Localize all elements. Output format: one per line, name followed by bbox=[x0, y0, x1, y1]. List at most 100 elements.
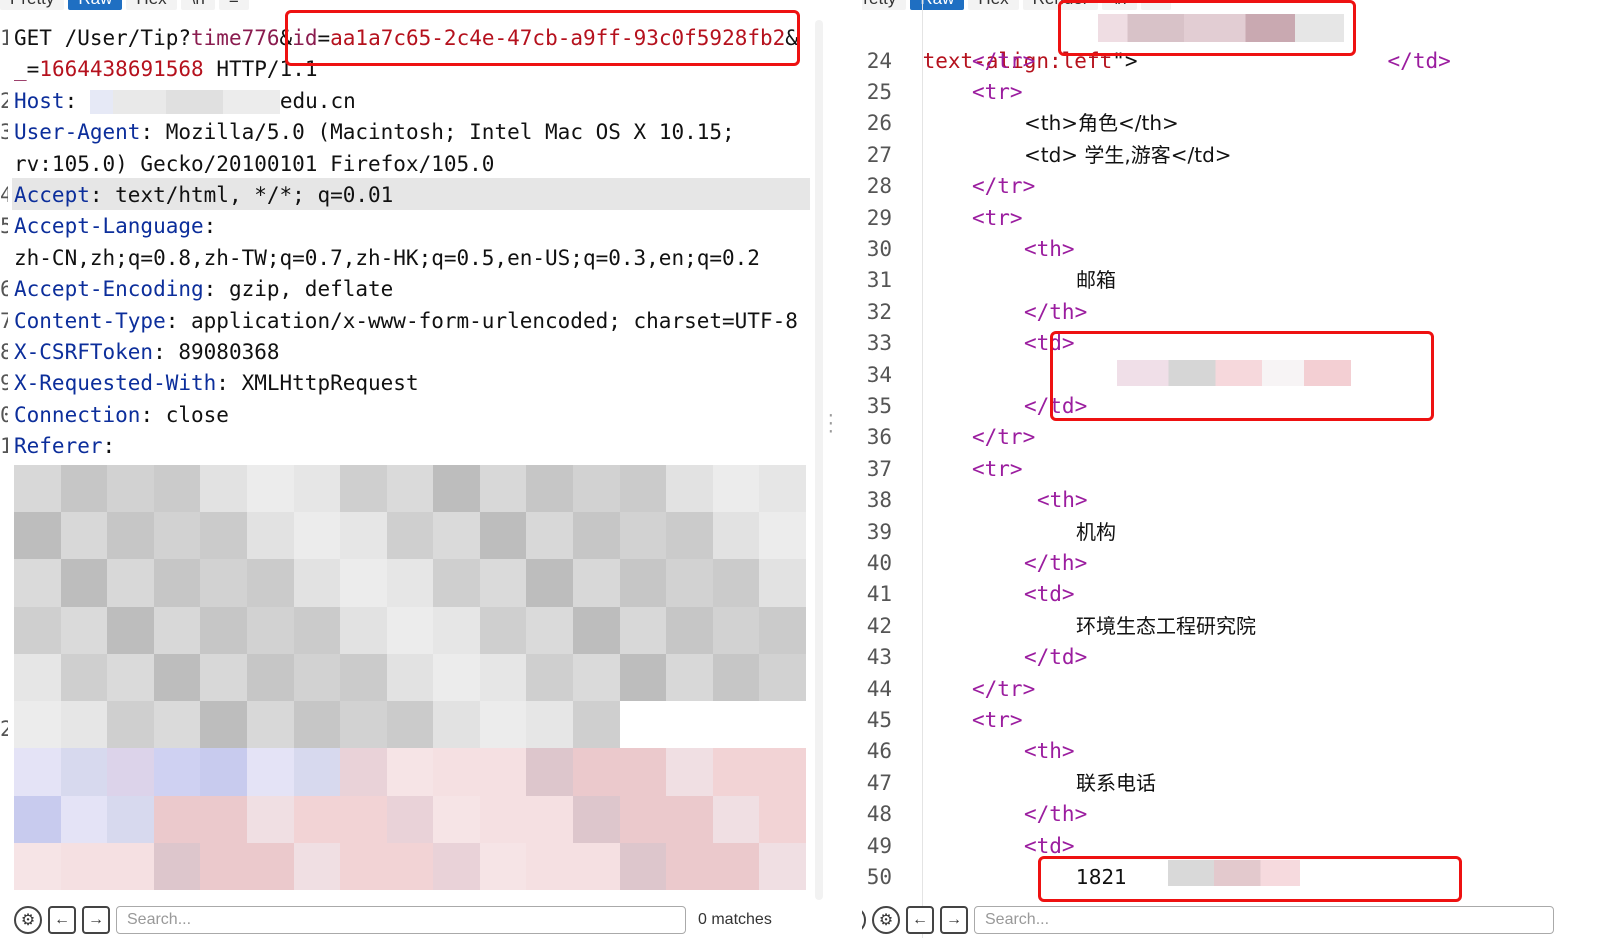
code-text: <td> bbox=[1024, 582, 1075, 607]
header-colon: : bbox=[89, 183, 116, 207]
header-value: edu.cn bbox=[279, 88, 356, 113]
header-line: X-Requested-With: XMLHttpRequest bbox=[14, 367, 419, 399]
line-number bbox=[0, 556, 8, 588]
line-number bbox=[0, 242, 8, 274]
header-colon: : bbox=[216, 371, 242, 396]
code-line: <th> bbox=[1024, 233, 1075, 265]
header-line: X-CSRFToken: 89080368 bbox=[14, 336, 280, 368]
line-number bbox=[0, 650, 8, 682]
forward-arrow-icon[interactable]: → bbox=[82, 906, 110, 934]
code-line: </tr> bbox=[972, 45, 1035, 77]
code-text: </tr> bbox=[972, 48, 1036, 73]
header-line: User-Agent: Mozilla/5.0 (Macintosh; Inte… bbox=[14, 116, 735, 148]
header-line: Host: edu.cn bbox=[14, 85, 356, 117]
line-number: 27 bbox=[866, 142, 892, 167]
pane-divider-handle[interactable]: · · · bbox=[826, 408, 836, 440]
code-text: 机构 bbox=[1076, 519, 1116, 544]
line-number bbox=[0, 53, 8, 85]
header-colon: : bbox=[140, 402, 166, 427]
redacted-referer bbox=[14, 465, 806, 890]
request-search-input[interactable]: Search... bbox=[116, 906, 686, 934]
code-text: 联系电话 bbox=[1076, 770, 1156, 795]
line-number bbox=[0, 493, 8, 525]
line-number: 9 bbox=[0, 371, 8, 396]
menu-icon[interactable]: ≡ bbox=[218, 0, 249, 10]
line-number: 34 bbox=[866, 362, 892, 387]
gear-icon[interactable]: ⚙ bbox=[14, 906, 42, 934]
line-number: 45 bbox=[866, 707, 892, 732]
request-scrollbar[interactable] bbox=[815, 20, 823, 900]
line-number: 44 bbox=[866, 676, 892, 701]
code-line: <td> bbox=[1024, 578, 1075, 610]
line-number: 43 bbox=[866, 645, 892, 670]
line-number: 25 bbox=[866, 79, 892, 104]
code-line: <th> bbox=[1024, 735, 1075, 767]
line-number: 48 bbox=[866, 802, 892, 827]
line-number: 46 bbox=[866, 739, 892, 764]
line-number: 40 bbox=[866, 550, 892, 575]
header-name: Accept-Encoding bbox=[14, 277, 204, 302]
line-number: 49 bbox=[866, 833, 892, 858]
back-arrow-icon[interactable]: ← bbox=[906, 906, 934, 934]
header-line: Connection: close bbox=[14, 399, 229, 431]
line-number: 24 bbox=[866, 48, 892, 73]
header-value: XMLHttpRequest bbox=[241, 371, 419, 396]
line-number: 28 bbox=[866, 174, 892, 199]
response-search-input[interactable]: Search... bbox=[974, 906, 1554, 934]
header-line: rv:105.0) Gecko/20100101 Firefox/105.0 bbox=[14, 148, 494, 180]
header-value: text/html, */*; q=0.01 bbox=[115, 183, 394, 207]
code-text: <tr> bbox=[972, 205, 1023, 230]
header-line: Accept: text/html, */*; q=0.01 bbox=[14, 179, 393, 211]
param-equals: = bbox=[26, 57, 40, 82]
code-line: 联系电话 bbox=[1076, 767, 1156, 799]
tab-raw[interactable]: Raw bbox=[68, 0, 123, 10]
annotation-box-email bbox=[1050, 331, 1434, 421]
line-number: 41 bbox=[866, 582, 892, 607]
line-number: 1 bbox=[0, 26, 8, 50]
header-value: gzip, deflate bbox=[228, 277, 394, 302]
code-text: 环境生态工程研究院 bbox=[1076, 613, 1256, 638]
code-line: </td> bbox=[1024, 641, 1087, 673]
header-colon: : bbox=[153, 340, 179, 364]
code-text: </th> bbox=[1024, 550, 1088, 575]
request-search-bar: ? ⚙ ← → Search... 0 matches bbox=[0, 902, 840, 938]
tab-hex[interactable]: Hex bbox=[968, 0, 1019, 10]
line-number bbox=[0, 462, 8, 494]
back-arrow-icon[interactable]: ← bbox=[48, 906, 76, 934]
line-number: 1 bbox=[0, 434, 8, 459]
line-number bbox=[0, 148, 8, 180]
line-number: 8 bbox=[0, 340, 8, 364]
header-name: Accept bbox=[14, 183, 90, 207]
code-line: <tr> bbox=[972, 453, 1023, 485]
request-tabbar: Pretty Raw Hex \n ≡ bbox=[0, 0, 249, 10]
line-number: 7 bbox=[0, 308, 8, 333]
tab-hex[interactable]: Hex bbox=[126, 0, 177, 10]
help-icon[interactable]: ? bbox=[862, 906, 866, 934]
code-text: </th> bbox=[1024, 802, 1088, 827]
forward-arrow-icon[interactable]: → bbox=[940, 906, 968, 934]
code-text: <tr> bbox=[972, 79, 1023, 104]
header-name: Referer bbox=[14, 434, 103, 459]
header-value: zh-CN,zh;q=0.8,zh-TW;q=0.7,zh-HK;q=0.5,e… bbox=[14, 245, 760, 270]
header-name: X-CSRFToken bbox=[14, 340, 154, 364]
code-text: <td> 学生,游客</td> bbox=[1024, 142, 1232, 167]
header-line: Referer: bbox=[14, 430, 128, 462]
code-text: <tr> bbox=[972, 707, 1023, 732]
header-value: rv:105.0) Gecko/20100101 Firefox/105.0 bbox=[14, 151, 495, 176]
code-line: 邮箱 bbox=[1076, 264, 1116, 296]
tab-newline-toggle[interactable]: \n bbox=[180, 0, 215, 10]
gear-icon[interactable]: ⚙ bbox=[872, 906, 900, 934]
code-text: </th> bbox=[1024, 299, 1088, 324]
code-text: <th>角色</th> bbox=[1024, 111, 1179, 136]
line-number bbox=[0, 587, 8, 619]
tab-pretty[interactable]: Pretty bbox=[0, 0, 65, 10]
line-number: 5 bbox=[0, 214, 8, 239]
param-name-underscore: _ bbox=[14, 57, 27, 82]
match-count: 0 matches bbox=[698, 911, 772, 928]
code-line: </th> bbox=[1024, 296, 1087, 328]
line-number: 37 bbox=[866, 456, 892, 481]
code-text: </tr> bbox=[972, 676, 1036, 701]
request-line-continued: _=1664438691568 HTTP/1.1 bbox=[14, 53, 317, 85]
code-line: </th> bbox=[1024, 798, 1087, 830]
code-text: <th> bbox=[1024, 739, 1075, 764]
